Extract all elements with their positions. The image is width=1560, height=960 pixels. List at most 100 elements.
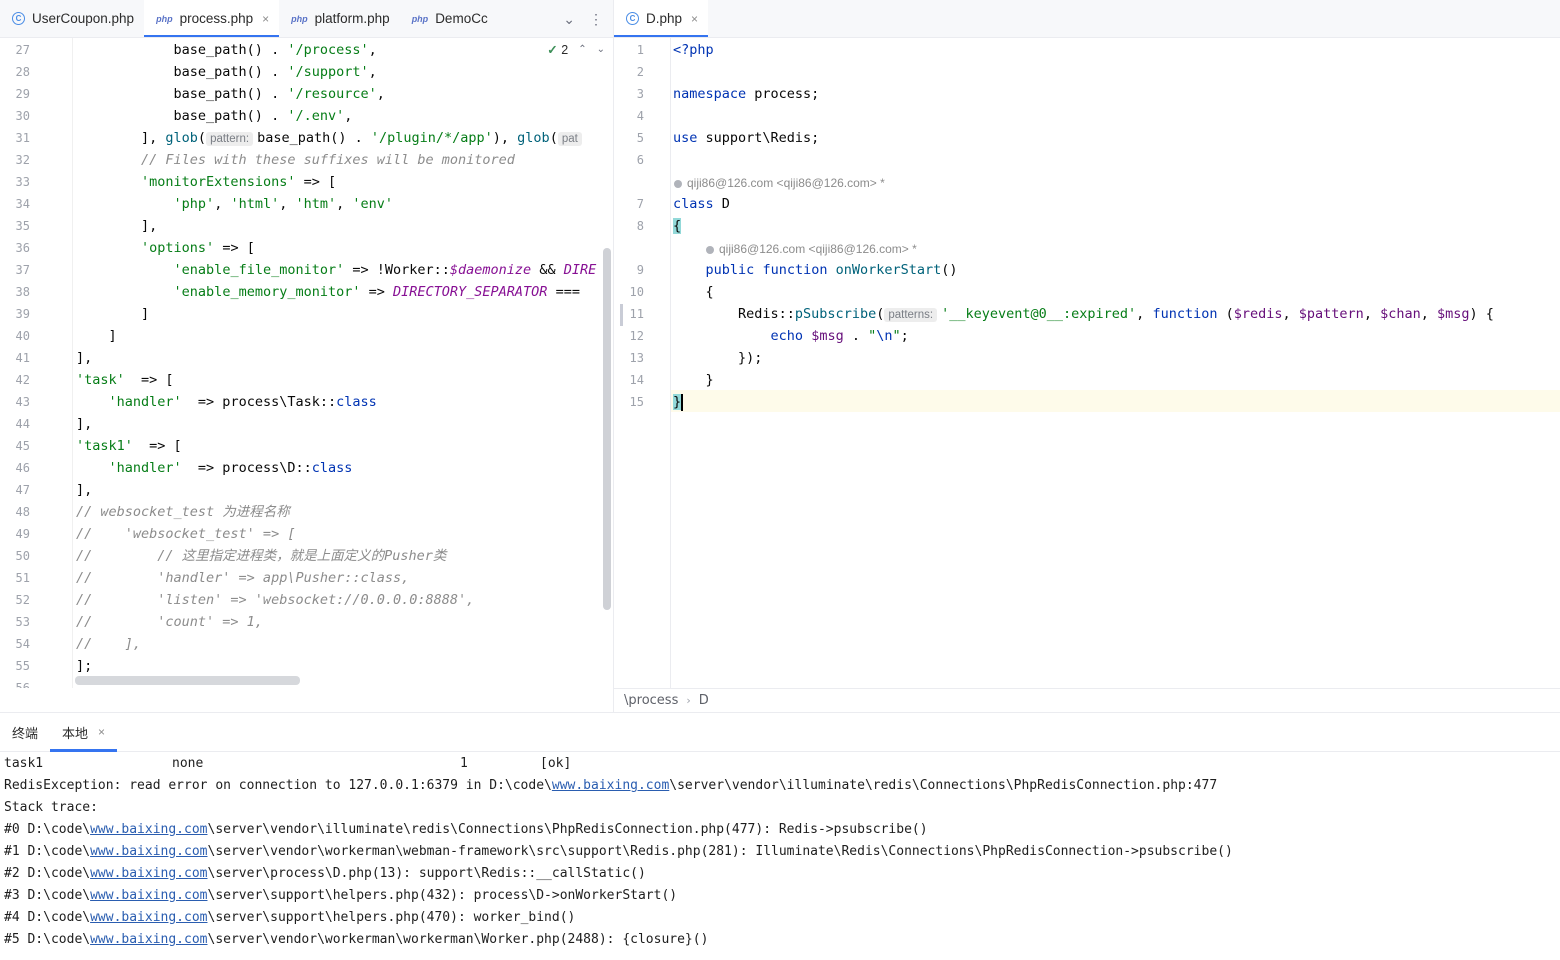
terminal-line: #3 D:\code\www.baixing.com\server\suppor…	[4, 885, 677, 907]
terminal-text: \server\support\helpers.php(432): proces…	[207, 888, 678, 903]
code-token: ,	[1363, 306, 1381, 322]
code-token: 'task1'	[76, 438, 133, 454]
right-editor-tabbar: C D.php ×	[614, 0, 1560, 38]
left-editor-pane[interactable]: 27 28 29 30 31 32 33 34 35 36 37 38 39 40 41 42 43 44 45 46…	[0, 38, 613, 688]
code-token: ],	[76, 416, 93, 432]
close-icon[interactable]: ×	[691, 12, 698, 26]
code-token: ];	[76, 658, 93, 674]
code-token: &&	[531, 262, 564, 278]
line-number: 3	[636, 87, 644, 101]
terminal-path-link[interactable]: www.baixing.com	[90, 910, 207, 925]
code-token: process;	[746, 86, 820, 102]
line-number: 47	[15, 483, 30, 497]
more-options-icon[interactable]: ⋮	[589, 11, 603, 28]
line-number: 13	[629, 351, 644, 365]
close-icon[interactable]: ×	[98, 725, 105, 739]
code-token: ,	[1136, 306, 1153, 322]
code-token: ===	[547, 284, 580, 300]
code-line: 'handler' => process\Task::class	[76, 391, 377, 413]
line-number: 36	[15, 241, 30, 255]
line-number: 42	[15, 373, 30, 387]
line-number: 37	[15, 263, 30, 277]
breadcrumb-class[interactable]: D	[699, 693, 709, 708]
left-tab-2[interactable]: php platform.php	[279, 0, 400, 37]
left-tab-3[interactable]: php DemoCc	[400, 0, 498, 37]
right-tab-0[interactable]: C D.php ×	[614, 0, 709, 37]
method-author-hint[interactable]: qiji86@126.com <qiji86@126.com> *	[706, 238, 917, 260]
left-horizontal-scrollbar[interactable]	[75, 676, 300, 685]
terminal-line: Stack trace:	[4, 797, 98, 819]
terminal-path-link[interactable]: www.baixing.com	[90, 888, 207, 903]
terminal-text: \server\vendor\workerman\workerman\Worke…	[207, 932, 709, 947]
terminal-path-link[interactable]: www.baixing.com	[90, 822, 207, 837]
code-line: 'task1' => [	[76, 435, 182, 457]
code-token: =>	[360, 284, 393, 300]
line-number: 43	[15, 395, 30, 409]
parameter-hint: patterns:	[884, 308, 938, 322]
code-token: ]	[76, 328, 117, 344]
terminal-path-link[interactable]: www.baixing.com	[90, 932, 207, 947]
left-tab-tools: ⌄ ⋮	[563, 0, 603, 38]
breadcrumb-namespace[interactable]: \process	[624, 693, 678, 708]
close-icon[interactable]: ×	[262, 12, 269, 26]
prev-highlight-icon[interactable]: ⌃	[578, 44, 586, 55]
php-file-icon: php	[156, 13, 173, 24]
tab-list-chevron-icon[interactable]: ⌄	[563, 11, 575, 28]
code-token: => [	[295, 174, 337, 190]
line-number: 7	[636, 197, 644, 211]
terminal-tab-0[interactable]: 终端	[0, 713, 50, 751]
terminal-text: RedisException: read error on connection…	[4, 778, 552, 793]
right-editor-pane[interactable]: 1 2 3 4 5 6 7 8 9 10 11 12 13 14 15 qiji86@126.com <qi…	[614, 38, 1560, 688]
code-line: 'monitorExtensions' => [	[76, 171, 336, 193]
tab-label: DemoCc	[435, 11, 488, 26]
code-token: });	[673, 350, 763, 366]
vcs-change-marker	[620, 304, 623, 326]
code-line: 'enable_file_monitor' => !Worker::$daemo…	[76, 259, 597, 281]
line-number: 49	[15, 527, 30, 541]
code-token: '/.env'	[287, 108, 345, 124]
terminal-output[interactable]: task1 none 1 [ok] RedisException: read error…	[0, 752, 1560, 960]
worker-state: [ok]	[540, 756, 572, 771]
code-line: ]	[76, 325, 117, 347]
breadcrumb-separator-icon: ›	[686, 694, 691, 707]
line-number: 6	[636, 153, 644, 167]
code-token: ,	[376, 86, 385, 102]
next-highlight-icon[interactable]: ⌄	[597, 44, 605, 55]
code-token: '/plugin/*/app'	[370, 130, 493, 146]
code-line: // Files with these suffixes will be mon…	[76, 149, 515, 171]
left-tab-1[interactable]: php process.php ×	[144, 0, 280, 37]
inspection-widget[interactable]: ✓ 2 ⌃ ⌄	[547, 42, 605, 57]
terminal-path-link[interactable]: www.baixing.com	[552, 778, 669, 793]
line-number: 53	[15, 615, 30, 629]
code-token: $daemonize	[449, 262, 532, 278]
person-icon	[706, 245, 714, 254]
code-token: // 'websocket_test' => [	[76, 526, 296, 542]
terminal-tab-1[interactable]: 本地 ×	[50, 713, 118, 752]
terminal-path-link[interactable]: www.baixing.com	[90, 844, 207, 859]
class-author-hint[interactable]: qiji86@126.com <qiji86@126.com> *	[674, 172, 885, 194]
left-gutter: 27 28 29 30 31 32 33 34 35 36 37 38 39 40 41 42 43 44 45 46…	[0, 38, 73, 688]
code-line: }	[673, 391, 683, 413]
code-line: {	[673, 215, 682, 237]
code-token: 'options'	[141, 240, 215, 256]
left-tab-0[interactable]: C UserCoupon.php	[0, 0, 144, 37]
code-token: => [	[124, 372, 174, 388]
code-token: <?php	[673, 42, 714, 58]
code-token: glob	[165, 130, 198, 146]
terminal-path-link[interactable]: www.baixing.com	[90, 866, 207, 881]
line-number: 51	[15, 571, 30, 585]
terminal-text: \server\process\D.php(13): support\Redis…	[207, 866, 646, 881]
terminal-line: #1 D:\code\www.baixing.com\server\vendor…	[4, 841, 1233, 863]
left-editor-tabbar: C UserCoupon.php php process.php × php platfor…	[0, 0, 613, 38]
code-token: ,	[344, 108, 353, 124]
code-line: 'task' => [	[76, 369, 174, 391]
code-token: base_path() .	[76, 108, 288, 124]
worker-listen: none	[172, 756, 204, 771]
line-number: 10	[629, 285, 644, 299]
code-token: ,	[279, 196, 296, 212]
left-vertical-scrollbar[interactable]	[603, 248, 611, 610]
code-line: // 'handler' => app\Pusher::class,	[76, 567, 409, 589]
parameter-hint: pattern:	[206, 132, 254, 146]
